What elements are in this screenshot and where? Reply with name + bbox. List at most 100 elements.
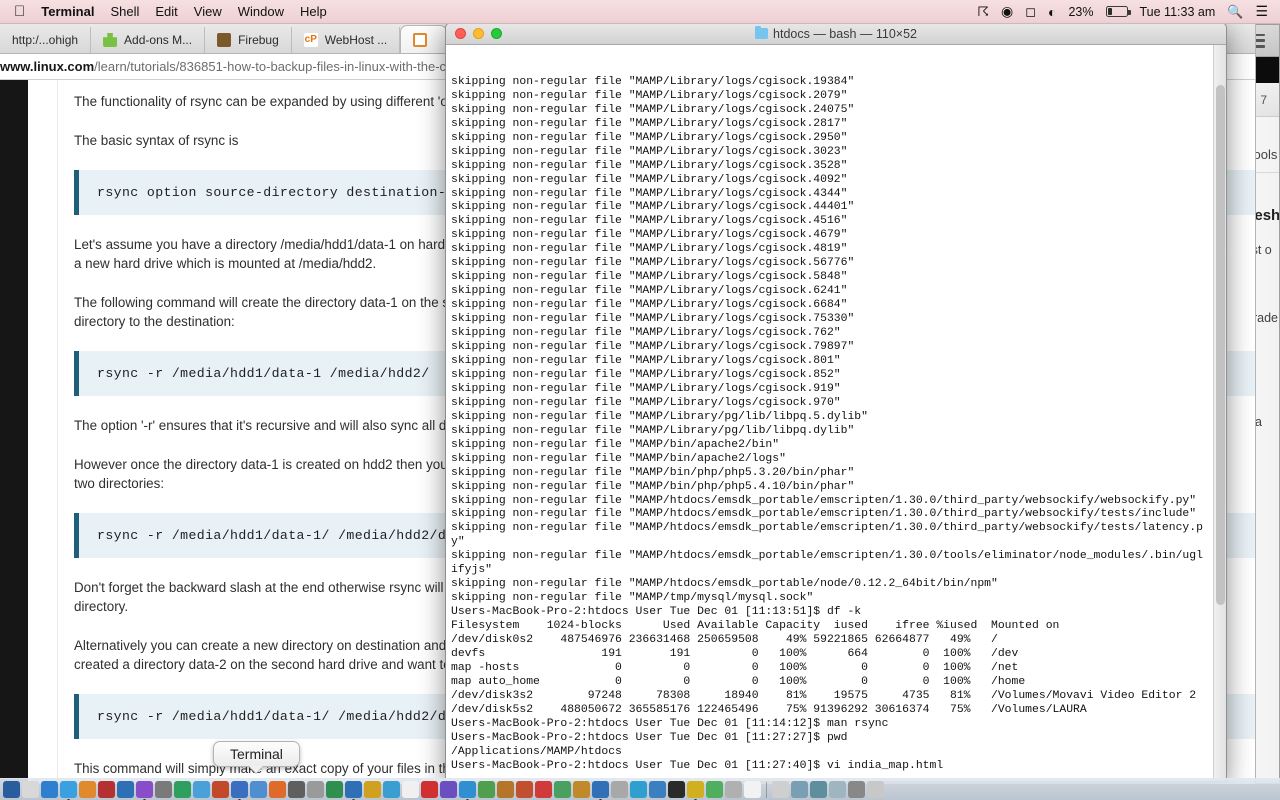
dock-item[interactable] bbox=[706, 781, 723, 798]
terminal-line: /dev/disk3s2 97248 78308 18940 81% 19575… bbox=[451, 689, 1197, 702]
dock-item[interactable] bbox=[250, 781, 267, 798]
battery-icon[interactable] bbox=[1105, 6, 1131, 17]
dock-item[interactable] bbox=[79, 781, 96, 798]
search-icon[interactable]: 🔍 bbox=[1227, 4, 1243, 20]
terminal-line: skipping non-regular file "MAMP/bin/php/… bbox=[451, 466, 855, 479]
tab-label: WebHost ... bbox=[324, 33, 388, 47]
terminal-line: devfs 191 191 0 100% 664 0 100% /dev bbox=[451, 647, 1019, 660]
dock-item[interactable] bbox=[867, 781, 884, 798]
terminal-line: Filesystem 1024-blocks Used Available Ca… bbox=[451, 620, 1060, 633]
terminal-line: skipping non-regular file "MAMP/htdocs/e… bbox=[451, 494, 1197, 507]
dock-item[interactable] bbox=[193, 781, 210, 798]
dock-item[interactable] bbox=[668, 781, 685, 798]
dock-item[interactable] bbox=[155, 781, 172, 798]
terminal-window[interactable]: htdocs — bash — 110×52 skipping non-regu… bbox=[445, 22, 1227, 782]
menu-bar:  Terminal Shell Edit View Window Help ☈… bbox=[0, 0, 1280, 24]
menu-item-window[interactable]: Window bbox=[238, 4, 284, 19]
terminal-line: skipping non-regular file "MAMP/Library/… bbox=[451, 229, 848, 242]
menu-item-help[interactable]: Help bbox=[300, 4, 327, 19]
dock-item[interactable] bbox=[345, 781, 362, 800]
clock[interactable]: Tue 11:33 am bbox=[1140, 5, 1216, 19]
dock-item[interactable] bbox=[459, 781, 476, 800]
dock-item[interactable] bbox=[687, 781, 704, 800]
dock-item[interactable] bbox=[269, 781, 286, 798]
dock-item[interactable] bbox=[440, 781, 457, 798]
browser-tab-active[interactable] bbox=[400, 25, 448, 53]
terminal-line: /dev/disk0s2 487546976 236631468 2506595… bbox=[451, 634, 998, 647]
dock-item[interactable] bbox=[402, 781, 419, 798]
dock-item[interactable] bbox=[117, 781, 134, 798]
scrollbar-thumb[interactable] bbox=[1216, 85, 1225, 605]
dock-item[interactable] bbox=[212, 781, 229, 798]
dock-item[interactable] bbox=[649, 781, 666, 798]
dock-item[interactable] bbox=[772, 781, 789, 798]
browser-tab[interactable]: cP WebHost ... bbox=[292, 27, 401, 53]
terminal-line: skipping non-regular file "MAMP/htdocs/e… bbox=[451, 508, 1197, 521]
terminal-line: skipping non-regular file "MAMP/Library/… bbox=[451, 285, 848, 298]
page-gutter bbox=[28, 80, 58, 784]
terminal-line: y" bbox=[451, 536, 465, 549]
dock-item[interactable] bbox=[592, 781, 609, 800]
dock-item[interactable] bbox=[22, 781, 39, 798]
terminal-titlebar[interactable]: htdocs — bash — 110×52 bbox=[446, 23, 1226, 45]
terminal-line: skipping non-regular file "MAMP/Library/… bbox=[451, 396, 841, 409]
dock-item[interactable] bbox=[383, 781, 400, 798]
browser-tab[interactable]: http:/...ohigh bbox=[0, 27, 92, 53]
terminal-line: skipping non-regular file "MAMP/Library/… bbox=[451, 257, 855, 270]
browser-tab[interactable]: Add-ons M... bbox=[91, 27, 206, 53]
bug-icon bbox=[217, 33, 232, 47]
terminal-line: skipping non-regular file "MAMP/Library/… bbox=[451, 410, 868, 423]
terminal-line: skipping non-regular file "MAMP/htdocs/e… bbox=[451, 550, 1203, 563]
menu-item-shell[interactable]: Shell bbox=[110, 4, 139, 19]
dock-item[interactable] bbox=[535, 781, 552, 798]
menu-item-edit[interactable]: Edit bbox=[155, 4, 177, 19]
terminal-line: map -hosts 0 0 0 100% 0 0 100% /net bbox=[451, 661, 1019, 674]
dock-item[interactable] bbox=[478, 781, 495, 798]
dock-item[interactable] bbox=[136, 781, 153, 800]
dock-item[interactable] bbox=[848, 781, 865, 798]
dock-item[interactable] bbox=[630, 781, 647, 798]
dock-item[interactable] bbox=[231, 781, 248, 800]
dock-item[interactable] bbox=[288, 781, 305, 798]
dock[interactable] bbox=[0, 778, 1280, 800]
dock-item[interactable] bbox=[41, 781, 58, 798]
dock-item[interactable] bbox=[364, 781, 381, 798]
bluetooth-icon[interactable]: ☈ bbox=[977, 4, 989, 20]
dock-item[interactable] bbox=[3, 781, 20, 798]
notification-center-icon[interactable]: ☰ bbox=[1255, 3, 1268, 20]
terminal-line: skipping non-regular file "MAMP/bin/apac… bbox=[451, 438, 780, 451]
menu-item-view[interactable]: View bbox=[194, 4, 222, 19]
dock-item[interactable] bbox=[829, 781, 846, 798]
dock-item[interactable] bbox=[326, 781, 343, 798]
dock-item[interactable] bbox=[98, 781, 115, 798]
terminal-line: skipping non-regular file "MAMP/Library/… bbox=[451, 215, 848, 228]
browser-tab[interactable]: Firebug bbox=[205, 27, 292, 53]
wifi-icon[interactable]: ◐ bbox=[1048, 4, 1056, 20]
dock-item[interactable] bbox=[554, 781, 571, 798]
dock-item[interactable] bbox=[611, 781, 628, 798]
cpanel-icon: cP bbox=[303, 33, 318, 47]
terminal-line: skipping non-regular file "MAMP/Library/… bbox=[451, 354, 841, 367]
terminal-line: skipping non-regular file "MAMP/Library/… bbox=[451, 131, 848, 144]
dock-item[interactable] bbox=[516, 781, 533, 798]
terminal-output[interactable]: skipping non-regular file "MAMP/Library/… bbox=[446, 45, 1226, 781]
airplay-icon[interactable]: ◻ bbox=[1025, 4, 1036, 20]
dock-item[interactable] bbox=[174, 781, 191, 798]
dock-item[interactable] bbox=[791, 781, 808, 798]
zoom-level: 7 bbox=[1260, 92, 1267, 107]
dock-item[interactable] bbox=[810, 781, 827, 798]
dock-item[interactable] bbox=[60, 781, 77, 800]
dock-item[interactable] bbox=[744, 781, 761, 798]
terminal-scrollbar[interactable] bbox=[1213, 45, 1226, 781]
page-left-rail bbox=[0, 80, 28, 784]
menu-item-terminal[interactable]: Terminal bbox=[41, 4, 94, 19]
dock-item[interactable] bbox=[725, 781, 742, 798]
terminal-line: skipping non-regular file "MAMP/Library/… bbox=[451, 173, 848, 186]
dock-item[interactable] bbox=[421, 781, 438, 798]
terminal-line: skipping non-regular file "MAMP/Library/… bbox=[451, 382, 841, 395]
dock-item[interactable] bbox=[307, 781, 324, 798]
dock-item[interactable] bbox=[497, 781, 514, 798]
dock-item[interactable] bbox=[573, 781, 590, 798]
airdrop-icon[interactable]: ◉ bbox=[1001, 3, 1013, 20]
apple-logo-icon[interactable]:  bbox=[14, 4, 25, 19]
